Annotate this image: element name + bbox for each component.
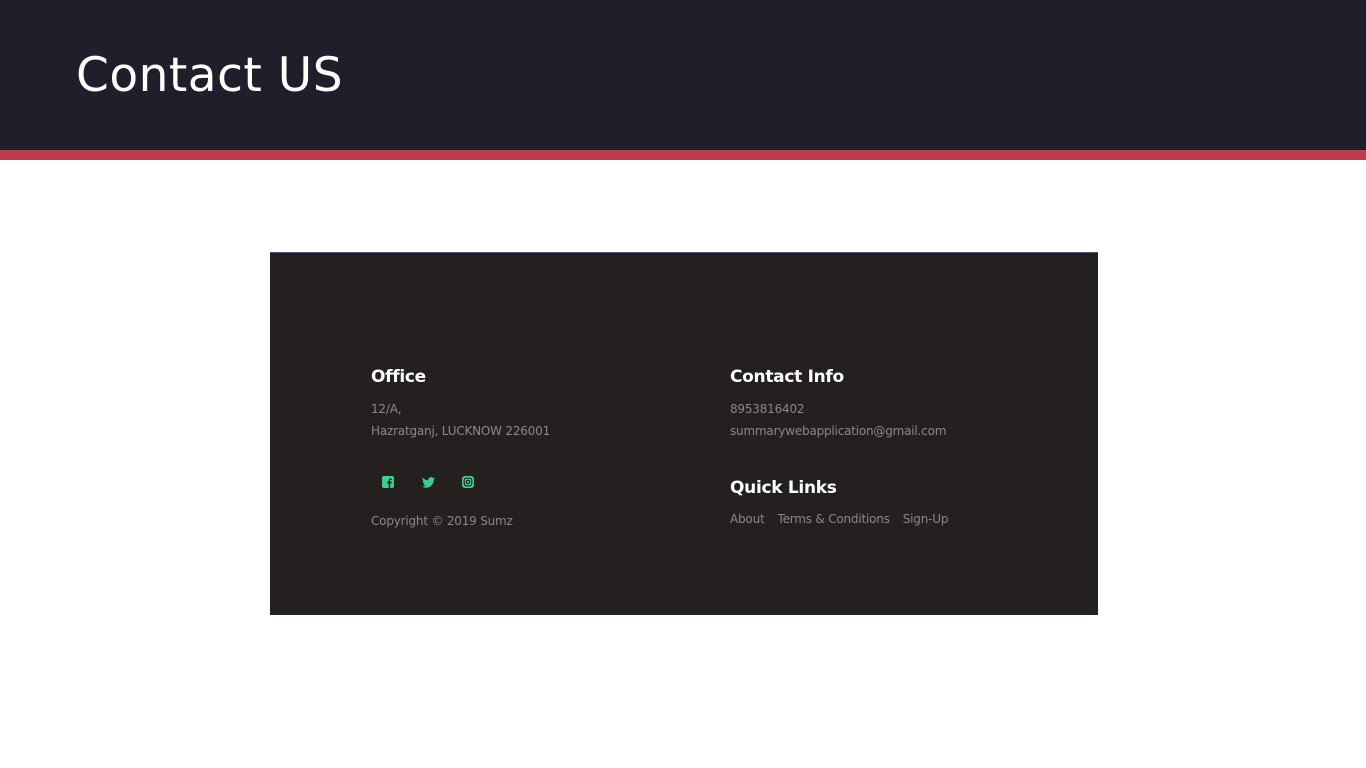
address-line-1: 12/A, [371, 402, 402, 416]
slide-title: Contact US [76, 48, 344, 103]
copyright-text: Copyright © 2019 Sumz [371, 514, 513, 528]
address-line-2: Hazratganj, LUCKNOW 226001 [371, 424, 551, 438]
social-links [381, 475, 550, 489]
instagram-icon[interactable] [461, 475, 475, 489]
quick-links-list: About Terms & Conditions Sign-Up [730, 511, 948, 527]
slide-header: Contact US [0, 0, 1366, 150]
office-column: Office 12/A, Hazratganj, LUCKNOW 226001 [371, 366, 550, 532]
facebook-icon[interactable] [381, 475, 395, 489]
link-terms-conditions[interactable]: Terms & Conditions [777, 511, 889, 527]
contact-column: Contact Info 8953816402 summarywebapplic… [730, 366, 948, 527]
quick-links-heading: Quick Links [730, 478, 837, 498]
accent-bar [0, 150, 1366, 160]
link-about[interactable]: About [730, 511, 765, 527]
link-sign-up[interactable]: Sign-Up [903, 511, 949, 527]
contact-email[interactable]: summarywebapplication@gmail.com [730, 420, 948, 442]
contact-heading: Contact Info [730, 367, 844, 387]
contact-phone: 8953816402 [730, 402, 805, 416]
twitter-icon[interactable] [421, 475, 435, 489]
office-heading: Office [371, 367, 426, 387]
slide: Contact US Office 12/A, Hazratganj, LUCK… [0, 0, 1366, 768]
footer-screenshot: Office 12/A, Hazratganj, LUCKNOW 226001 [270, 252, 1098, 615]
